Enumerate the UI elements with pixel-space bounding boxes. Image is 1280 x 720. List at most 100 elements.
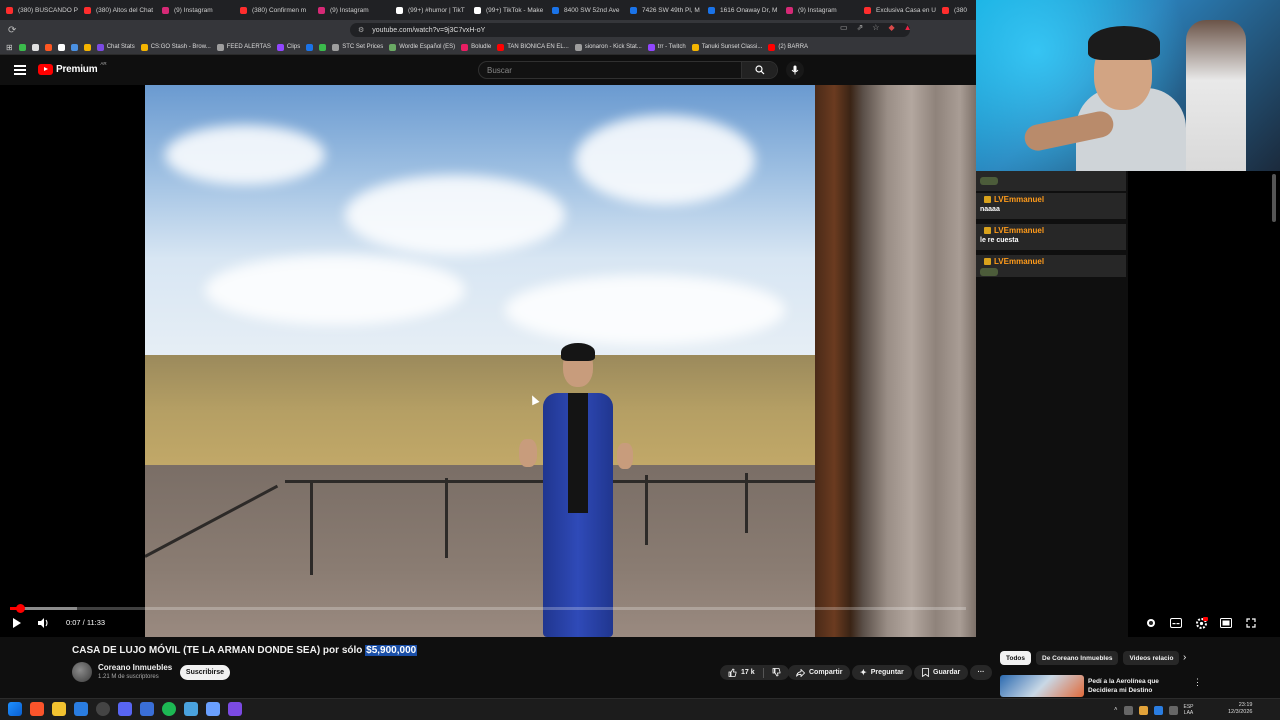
bookmark-item[interactable]: [31, 43, 39, 51]
settings-icon[interactable]: [1194, 616, 1208, 630]
channel-avatar[interactable]: [72, 662, 92, 682]
apps-grid-icon[interactable]: ⊞: [6, 43, 13, 52]
bookmark-item[interactable]: Chat Stats: [96, 43, 135, 51]
filter-chip[interactable]: Videos relacio: [1123, 651, 1180, 665]
browser-tab[interactable]: (9) Instagram: [312, 0, 390, 20]
bookmark-item[interactable]: [83, 43, 91, 51]
bookmark-item[interactable]: FEED ALERTAS: [216, 43, 271, 51]
save-button[interactable]: Guardar: [914, 665, 969, 680]
channel-name[interactable]: Coreano Inmuebles: [98, 663, 172, 672]
extension-icon[interactable]: ◆: [888, 23, 894, 32]
ask-button[interactable]: ✦ Preguntar: [852, 665, 912, 680]
reload-icon[interactable]: ⟳: [8, 25, 16, 36]
app-icon[interactable]: [184, 702, 198, 716]
bookmark-item[interactable]: Wordle Español (ES): [389, 43, 455, 51]
channel-subscribers: 1.21 M de suscriptores: [98, 674, 159, 680]
volume-icon[interactable]: [36, 616, 50, 630]
scrollbar[interactable]: [1272, 174, 1276, 222]
tray-icon[interactable]: [1123, 705, 1133, 715]
windows-start-icon[interactable]: [8, 702, 22, 716]
brave-browser-icon[interactable]: [30, 702, 44, 716]
spotify-icon[interactable]: [162, 702, 176, 716]
play-icon[interactable]: [13, 618, 21, 628]
chevron-right-icon[interactable]: ›: [1183, 652, 1186, 663]
search-input[interactable]: Buscar: [479, 66, 741, 75]
tab-label: (99+) #humor | TikT: [408, 6, 465, 14]
browser-tab[interactable]: (99+) #humor | TikT: [390, 0, 468, 20]
bookmark-item[interactable]: trr - Twitch: [647, 43, 686, 51]
subtitles-icon[interactable]: [1169, 616, 1183, 630]
browser-tab[interactable]: (99+) TikTok - Make: [468, 0, 546, 20]
more-actions-button[interactable]: ···: [970, 665, 992, 680]
bookmark-item[interactable]: [44, 43, 52, 51]
bookmark-item[interactable]: CS:GO Stash - Brow...: [140, 43, 211, 51]
more-vertical-icon[interactable]: ⋮: [1193, 677, 1202, 688]
bookmark-item[interactable]: (2) BARRA: [768, 43, 808, 51]
browser-tab[interactable]: (380: [936, 0, 976, 20]
bookmark-star-icon[interactable]: ☆: [872, 23, 879, 32]
browser-tab[interactable]: (9) Instagram: [780, 0, 858, 20]
search-button[interactable]: [741, 62, 777, 78]
extension-alert-icon[interactable]: ▲: [904, 23, 912, 32]
address-bar[interactable]: ⚙ youtube.com/watch?v=9j3C7vxH-oY: [350, 23, 910, 37]
site-info-icon[interactable]: ⚙: [358, 26, 364, 34]
browser-tab[interactable]: (380) Altos del Chat: [78, 0, 156, 20]
browser-tab[interactable]: 8400 SW 52nd Ave: [546, 0, 624, 20]
subscribe-button[interactable]: Suscribirse: [180, 665, 230, 680]
filter-chip[interactable]: De Coreano Inmuebles: [1036, 651, 1119, 665]
bookmark-item[interactable]: sionaron - Kick Stat...: [574, 43, 642, 51]
bookmark-item[interactable]: [306, 43, 314, 51]
share-button[interactable]: Compartir: [788, 665, 851, 680]
bookmark-item[interactable]: TAN BIONICA EN EL...: [497, 43, 569, 51]
video-player[interactable]: [0, 85, 976, 637]
install-icon[interactable]: ▭: [840, 23, 848, 32]
browser-tab[interactable]: 1616 Onaway Dr, M: [702, 0, 780, 20]
youtube-logo[interactable]: Premium AR: [38, 61, 107, 75]
app-icon[interactable]: [228, 702, 242, 716]
youtube-play-logo-icon: [38, 64, 53, 75]
bookmark-item[interactable]: [57, 43, 65, 51]
bookmark-item[interactable]: Tanuki Sunset Classi...: [691, 43, 762, 51]
ask-label: Preguntar: [870, 669, 904, 676]
progress-bar[interactable]: [10, 604, 966, 613]
clock[interactable]: 23:19 12/3/2026: [1228, 702, 1252, 716]
obs-icon[interactable]: [96, 702, 110, 716]
tray-icon[interactable]: [1168, 705, 1178, 715]
browser-tab[interactable]: 7426 SW 49th Pl, M: [624, 0, 702, 20]
thumbs-down-icon[interactable]: [772, 668, 781, 677]
chevron-up-icon[interactable]: ˄: [1114, 707, 1118, 713]
recommendation-title[interactable]: Pedí a la Aerolínea que Decidiera mi Des…: [1088, 677, 1178, 695]
browser-tab[interactable]: (380) BUSCANDO P: [0, 0, 78, 20]
tab-label: (380) Confirmen m: [252, 6, 307, 14]
search-box[interactable]: Buscar: [478, 61, 778, 79]
voice-search-button[interactable]: [786, 61, 804, 79]
bookmark-item[interactable]: STC Set Prices: [332, 43, 383, 51]
tray-icon[interactable]: [1138, 705, 1148, 715]
fullscreen-icon[interactable]: [1244, 616, 1258, 630]
youtube-header: Premium AR Buscar: [0, 55, 976, 85]
share-icon[interactable]: ⇗: [857, 23, 864, 32]
bookmark-item[interactable]: Boludle: [461, 43, 491, 51]
browser-tab[interactable]: Exclusiva Casa en U: [858, 0, 936, 20]
bookmark-item[interactable]: [18, 43, 26, 51]
like-button[interactable]: 17 k: [728, 668, 755, 677]
app-icon[interactable]: [206, 702, 220, 716]
autoplay-toggle-icon[interactable]: [1144, 616, 1158, 630]
theater-mode-icon[interactable]: [1219, 616, 1233, 630]
bookmark-item[interactable]: Clips: [276, 43, 300, 51]
app-icon[interactable]: [140, 702, 154, 716]
browser-tab[interactable]: (9) Instagram: [156, 0, 234, 20]
app-icon[interactable]: [74, 702, 88, 716]
chat-text: naaaa: [980, 206, 1000, 213]
recommendation-thumbnail[interactable]: [1000, 675, 1084, 697]
language-indicator[interactable]: ESP LAA: [1184, 704, 1194, 716]
browser-tab[interactable]: (380) Confirmen m: [234, 0, 312, 20]
tray-icon[interactable]: [1153, 705, 1163, 715]
bookmark-item[interactable]: [70, 43, 78, 51]
bookmark-item[interactable]: [319, 43, 327, 51]
filter-chip[interactable]: Todos: [1000, 651, 1032, 665]
file-explorer-icon[interactable]: [52, 702, 66, 716]
discord-icon[interactable]: [118, 702, 132, 716]
menu-icon[interactable]: [14, 65, 26, 75]
player-controls: 0:07 / 11:33: [0, 612, 1280, 634]
